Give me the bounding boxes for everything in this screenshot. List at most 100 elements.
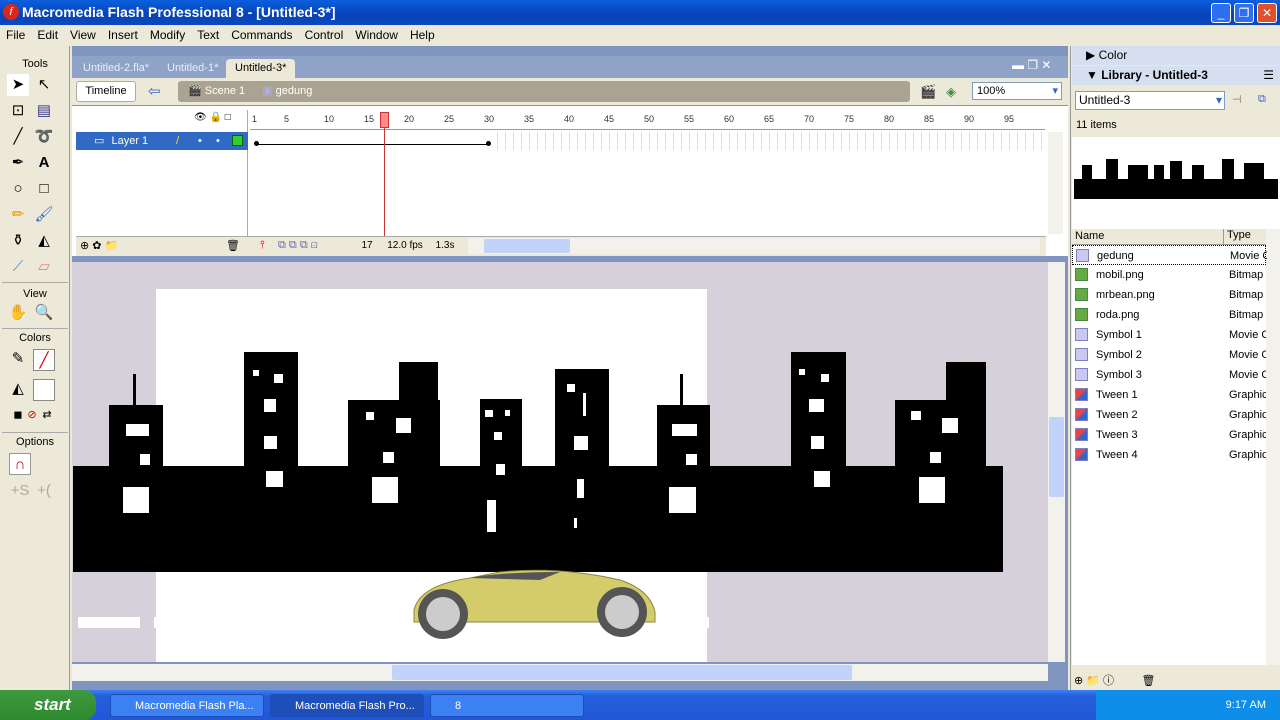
tab-untitled-3[interactable]: Untitled-3* [226,59,296,78]
library-item[interactable]: Tween 2 Graphic [1072,405,1266,425]
pin-library-icon[interactable]: ⊣ [1232,93,1242,106]
eraser-tool-icon[interactable]: ▱ [33,256,55,278]
menu-text[interactable]: Text [191,28,225,42]
stroke-color-swatch[interactable]: ╱ [33,349,55,371]
timeline-ruler[interactable]: 1 5 10 15 20 25 30 35 40 45 50 55 60 65 70 75 80 85 90 95 [250,110,1045,130]
timeline-hscroll[interactable] [468,238,1040,254]
library-item[interactable]: mrbean.png Bitmap [1072,285,1266,305]
zoom-tool-icon[interactable]: 🔍 [33,302,55,324]
library-item[interactable]: Symbol 2 Movie Clip [1072,345,1266,365]
lock-dot[interactable]: • [216,132,220,150]
layer-row[interactable]: ▭ Layer 1 / • • [76,132,248,150]
delete-layer-icon[interactable]: 🗑 [226,239,240,252]
menu-commands[interactable]: Commands [225,28,298,42]
subselection-tool-icon[interactable]: ↖ [33,74,55,96]
stage-hscroll-thumb[interactable] [392,665,852,680]
stage-area[interactable] [72,262,1048,662]
library-item[interactable]: Tween 1 Graphic [1072,385,1266,405]
layer-visibility-lock-outline-icons[interactable]: 👁 🔒 □ [194,112,231,123]
text-tool-icon[interactable]: A [33,152,55,174]
stage-vscroll[interactable] [1048,262,1065,662]
library-vscroll[interactable] [1266,229,1280,665]
column-name[interactable]: Name [1075,230,1104,242]
library-item[interactable]: roda.png Bitmap [1072,305,1266,325]
hand-tool-icon[interactable]: ✋ [7,302,29,324]
doc-window-controls[interactable]: ▬ ❐ ✕ [1012,58,1051,72]
snap-magnet-icon[interactable]: ∩ [9,453,31,475]
rectangle-tool-icon[interactable]: □ [33,178,55,200]
minimize-button[interactable]: _ [1211,3,1231,23]
stage-vscroll-thumb[interactable] [1049,417,1064,497]
library-item[interactable]: Symbol 3 Movie Clip [1072,365,1266,385]
menu-insert[interactable]: Insert [102,28,144,42]
edit-symbols-icon[interactable]: ◈ [946,84,956,100]
menu-modify[interactable]: Modify [144,28,191,42]
menu-file[interactable]: File [0,28,31,42]
swap-colors-icon[interactable]: ⇄ [36,404,58,426]
brush-tool-icon[interactable]: 🖌 [33,204,55,226]
menu-help[interactable]: Help [404,28,441,42]
library-footer-icons[interactable]: ⊕ 📁 ⓘ 🗑 [1074,672,1156,688]
library-preview [1072,137,1280,229]
library-panel-header[interactable]: ▼ Library - Untitled-3 ☰ [1072,66,1280,85]
ink-bottle-tool-icon[interactable]: ⚱ [7,230,29,252]
fill-transform-tool-icon[interactable]: ▤ [33,100,55,122]
menu-control[interactable]: Control [299,28,350,42]
taskbar-item-folder[interactable]: 8 [430,694,584,717]
add-layer-icons[interactable]: ⊕ ✿ 📁 [80,239,118,252]
maximize-button[interactable]: ❐ [1234,3,1254,23]
library-document-select[interactable]: Untitled-3 ▾ [1075,91,1225,110]
bitmap-icon [1075,288,1088,301]
tab-untitled-2[interactable]: Untitled-2.fla* [74,59,158,78]
zoom-select[interactable]: 100% ▾ [972,82,1062,100]
timeline-hscroll-thumb[interactable] [484,239,570,253]
playhead[interactable] [380,112,389,128]
new-library-panel-icon[interactable]: ⧉ [1258,93,1266,106]
ruler-tick-label: 60 [724,114,735,124]
color-panel-header[interactable]: ▶ Color [1072,46,1280,65]
library-item[interactable]: gedung Movie Clip [1072,245,1267,265]
outline-color-icon[interactable] [232,135,243,146]
panel-menu-icon[interactable]: ☰ [1263,66,1274,85]
taskbar-item-flash-pro[interactable]: Macromedia Flash Pro... [270,694,424,717]
library-item[interactable]: Tween 3 Graphic [1072,425,1266,445]
close-button[interactable]: ✕ [1257,3,1277,23]
lasso-tool-icon[interactable]: ➰ [33,126,55,148]
oval-tool-icon[interactable]: ○ [7,178,29,200]
keyframe-end[interactable] [486,141,491,146]
fill-color-swatch[interactable] [33,379,55,401]
start-button[interactable]: start [0,690,96,720]
library-item[interactable]: Symbol 1 Movie Clip [1072,325,1266,345]
center-frame-icon[interactable]: ⫯ [260,239,265,252]
motion-tween-span[interactable] [254,132,492,150]
frame-row[interactable] [250,132,1045,150]
breadcrumb-symbol[interactable]: gedung [276,85,313,97]
paint-bucket-tool-icon[interactable]: ◭ [33,230,55,252]
breadcrumb-scene[interactable]: Scene 1 [205,85,245,97]
library-item[interactable]: mobil.png Bitmap [1072,265,1266,285]
pen-tool-icon[interactable]: ✒ [7,152,29,174]
selection-tool-icon[interactable]: ➤ [7,74,29,96]
menu-window[interactable]: Window [349,28,404,42]
pencil-tool-icon[interactable]: ✏ [7,204,29,226]
keyframe-start[interactable] [254,141,259,146]
menu-view[interactable]: View [64,28,102,42]
line-tool-icon[interactable]: ╱ [7,126,29,148]
column-type[interactable]: Type [1223,229,1251,245]
menu-edit[interactable]: Edit [31,28,64,42]
frame-rate[interactable]: 12.0 fps [384,238,426,254]
timeline-toggle-button[interactable]: Timeline [76,81,136,102]
onion-skin-icons[interactable]: ⧉ ⧉ ⧉ ⊡ [278,239,318,252]
taskbar-item-flash-player[interactable]: Macromedia Flash Pla... [110,694,264,717]
free-transform-tool-icon[interactable]: ⊡ [7,100,29,122]
eyedropper-tool-icon[interactable]: ⟋ [7,256,29,278]
visible-dot[interactable]: • [198,132,202,150]
library-item[interactable]: Tween 4 Graphic [1072,445,1266,465]
timeline-vscroll[interactable] [1048,132,1063,234]
tab-untitled-1[interactable]: Untitled-1* [158,59,227,78]
back-arrow-icon[interactable]: ⇦ [148,82,161,100]
item-type: Movie Clip [1229,369,1266,381]
edit-scene-icon[interactable]: 🎬 [920,84,936,100]
system-tray: 9:17 AM [1096,690,1280,720]
stage-hscroll[interactable] [72,664,1048,681]
